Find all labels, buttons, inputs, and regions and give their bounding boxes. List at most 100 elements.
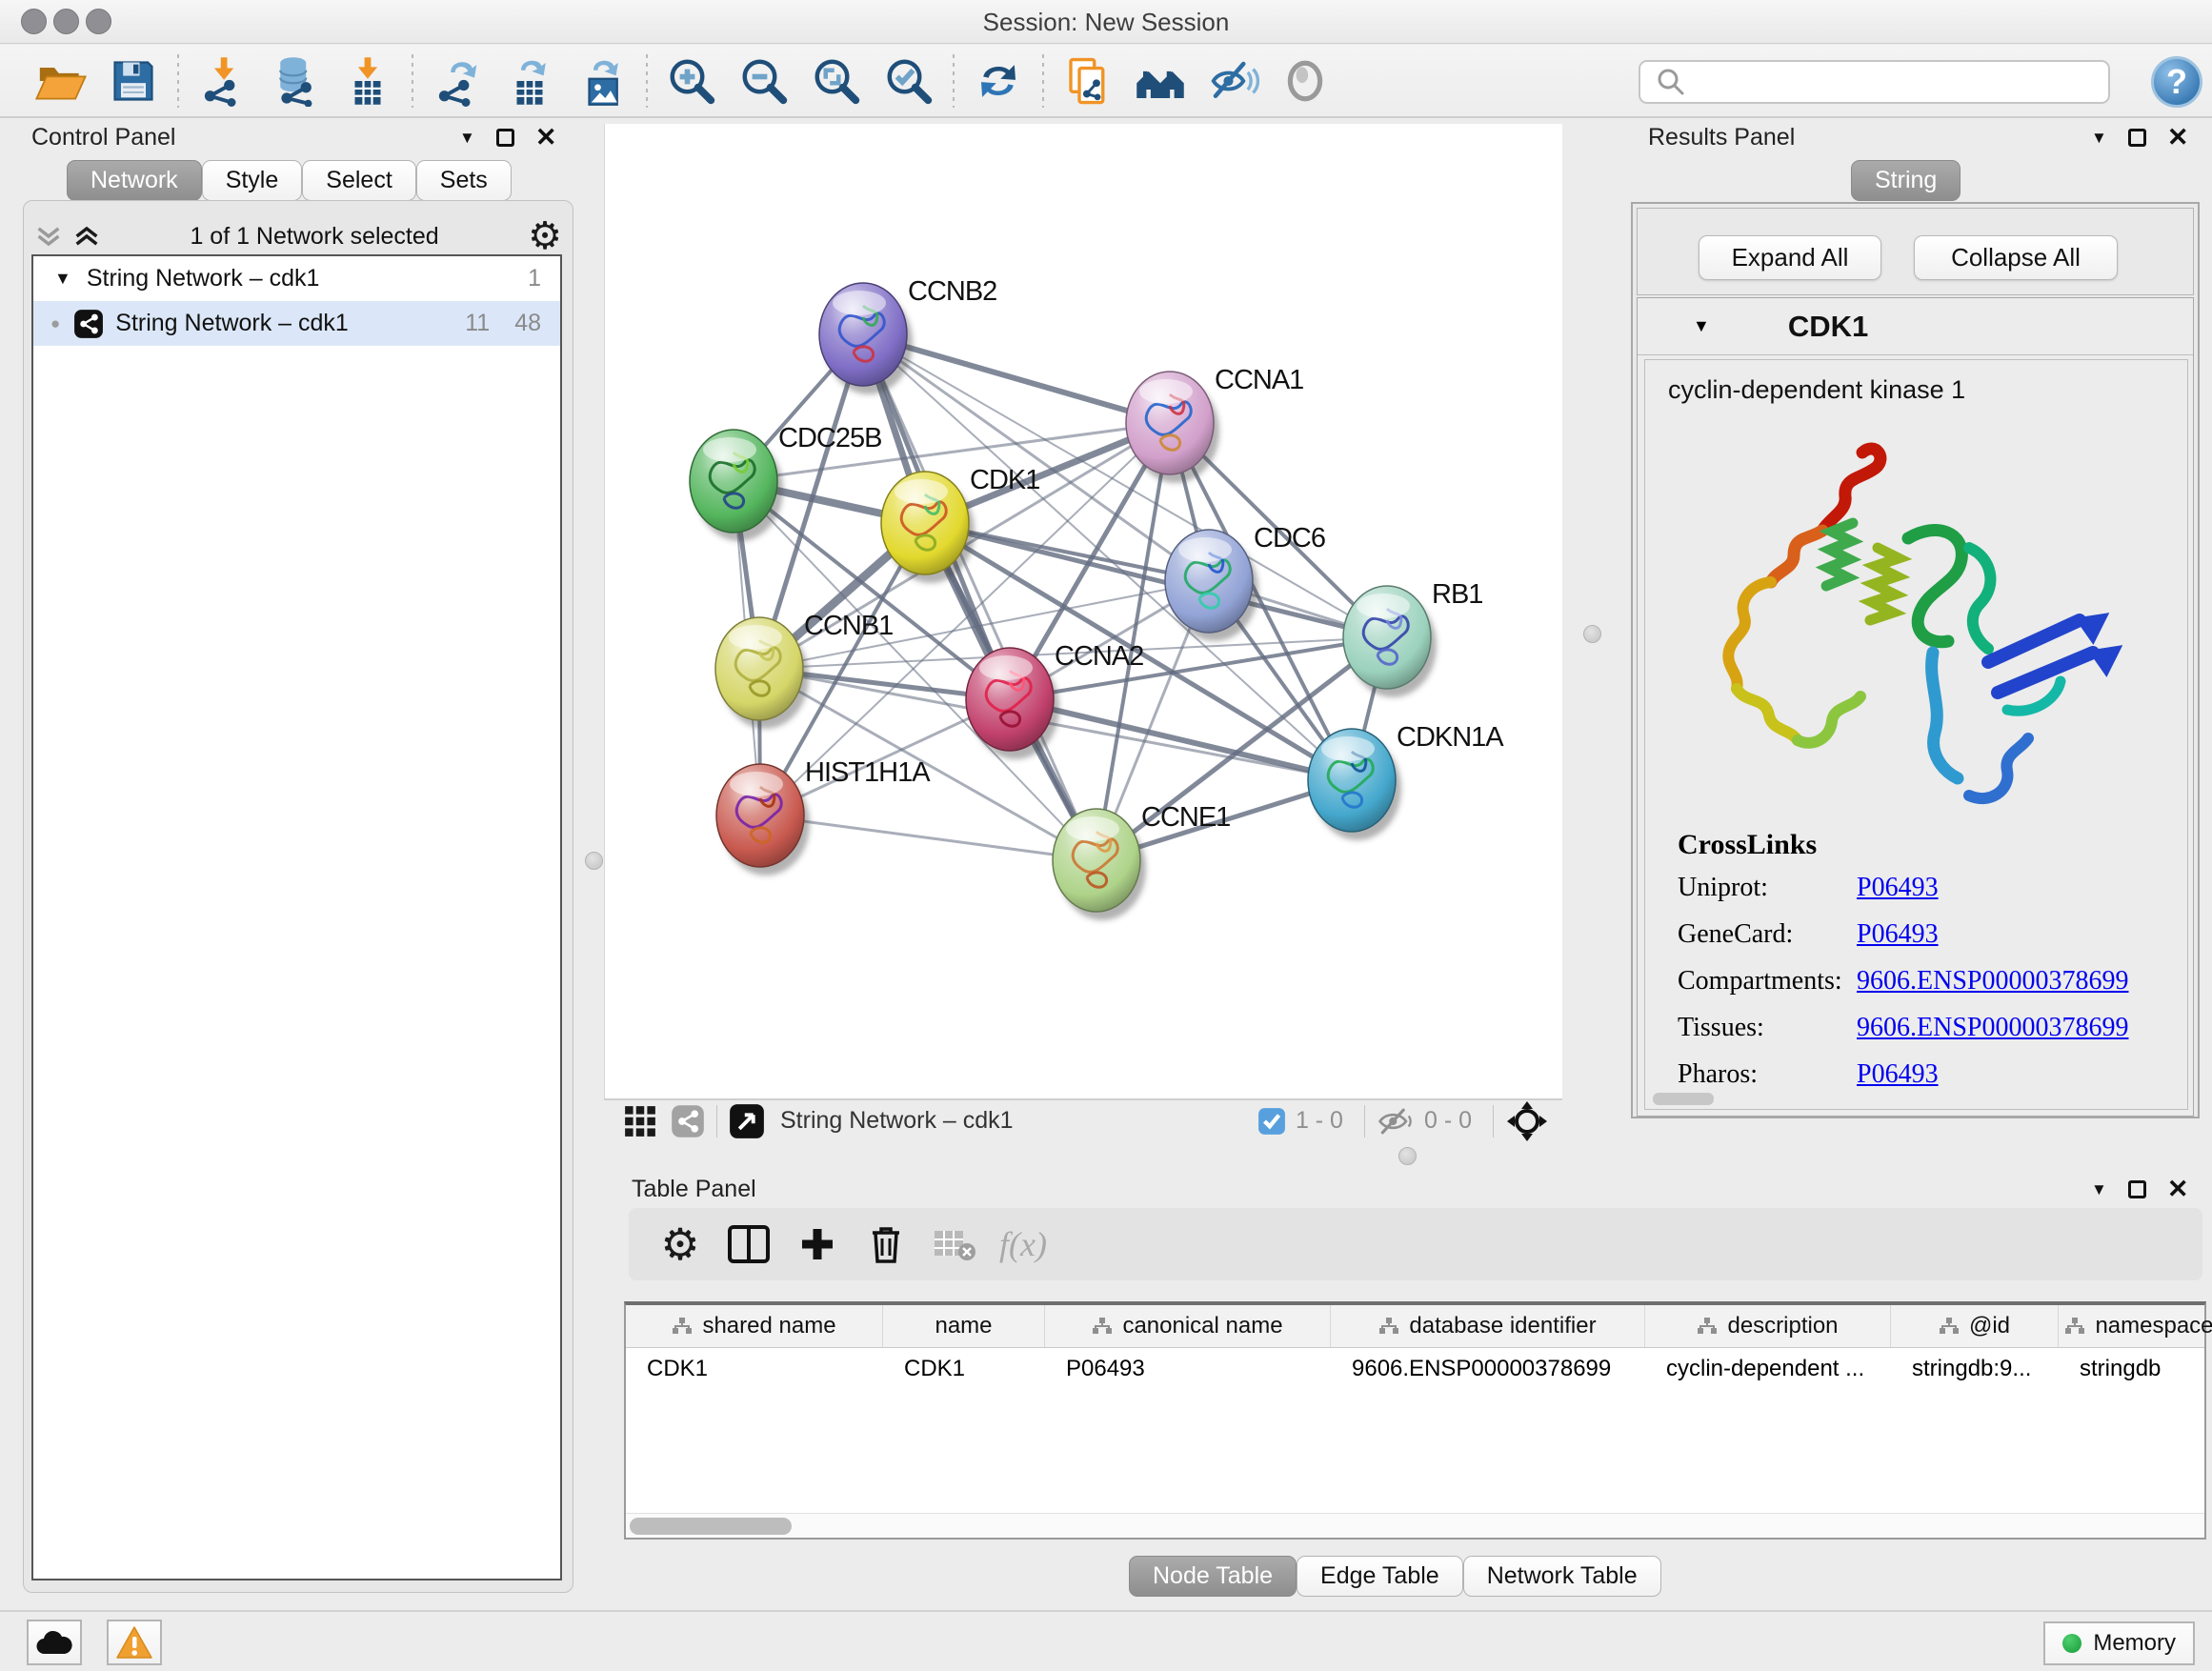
network-node-CDC6[interactable]: CDC6	[1165, 523, 1325, 641]
tab-network[interactable]: Network	[67, 160, 202, 201]
show-columns-button[interactable]	[714, 1214, 783, 1275]
table-panel-float-icon[interactable]	[2128, 1180, 2146, 1198]
column-header--id[interactable]: @id	[1891, 1305, 2059, 1347]
share-view-icon[interactable]	[671, 1104, 705, 1138]
export-image-button[interactable]	[566, 51, 638, 111]
cloud-icon	[35, 1629, 73, 1656]
cloud-button[interactable]	[27, 1620, 82, 1665]
zoom-selected-icon	[883, 55, 935, 107]
show-all-button[interactable]	[1269, 51, 1341, 111]
network-node-CDK1[interactable]: CDK1	[881, 465, 1039, 583]
crosslink-link[interactable]: P06493	[1857, 1059, 1939, 1090]
tab-string[interactable]: String	[1851, 160, 1961, 201]
column-header-namespace[interactable]: namespace	[2059, 1305, 2212, 1347]
network-node-RB1[interactable]: RB1	[1343, 579, 1482, 697]
network-node-CCNE1[interactable]: CCNE1	[1053, 802, 1230, 920]
table-row[interactable]: CDK1CDK1P064939606.ENSP00000378699cyclin…	[626, 1348, 2204, 1390]
zoom-selected-button[interactable]	[873, 51, 945, 111]
hide-selected-button[interactable]	[1196, 51, 1269, 111]
houses-button[interactable]	[1124, 51, 1196, 111]
network-tree: ▼ String Network – cdk1 1 ● String Netwo…	[31, 254, 562, 1580]
column-header-shared-name[interactable]: shared name	[626, 1305, 883, 1347]
selected-checkbox-icon[interactable]	[1257, 1107, 1286, 1136]
network-node-HIST1H1A[interactable]: HIST1H1A	[716, 757, 931, 876]
network-node-CDKN1A[interactable]: CDKN1A	[1308, 722, 1504, 840]
network-options-gear-icon[interactable]: ⚙	[528, 217, 562, 255]
birds-eye-view-icon[interactable]	[1505, 1099, 1549, 1143]
network-collection-row[interactable]: ▼ String Network – cdk1 1	[33, 256, 560, 301]
expand-all-button[interactable]: Expand All	[1699, 235, 1881, 280]
create-column-button[interactable]	[783, 1214, 852, 1275]
tab-sets[interactable]: Sets	[416, 160, 512, 201]
expand-all-icon[interactable]	[72, 222, 101, 251]
function-builder-button: f(x)	[989, 1214, 1057, 1275]
right-splitter-handle[interactable]	[1583, 625, 1601, 643]
table-hscrollbar[interactable]	[626, 1513, 2204, 1538]
collapse-all-button[interactable]: Collapse All	[1914, 235, 2118, 280]
search-input[interactable]	[1696, 69, 2108, 95]
grid-view-icon[interactable]	[623, 1104, 657, 1138]
control-panel-close-icon[interactable]: ✕	[535, 125, 557, 151]
results-panel-float-icon[interactable]	[2128, 129, 2146, 147]
tab-network-table[interactable]: Network Table	[1463, 1556, 1661, 1597]
table-panel-close-icon[interactable]: ✕	[2167, 1177, 2189, 1202]
search-box[interactable]	[1639, 60, 2110, 104]
network-graph[interactable]: CCNB2CCNA1CDC25BCDK1CDC6RB1CCNB1CCNA2CDK…	[605, 124, 1563, 1098]
column-header-description[interactable]: description	[1645, 1305, 1891, 1347]
table-hscroll-thumb[interactable]	[630, 1518, 792, 1535]
tab-style[interactable]: Style	[202, 160, 303, 201]
detach-view-icon[interactable]	[729, 1103, 765, 1139]
table-panel-collapse-icon[interactable]: ▼	[2091, 1180, 2107, 1199]
crosslink-link[interactable]: P06493	[1857, 873, 1939, 903]
memory-button[interactable]: Memory	[2043, 1621, 2195, 1665]
tab-node-table[interactable]: Node Table	[1129, 1556, 1297, 1597]
results-hscroll-thumb[interactable]	[1653, 1093, 1714, 1105]
duplicate-network-button[interactable]	[1052, 51, 1124, 111]
collapse-all-icon[interactable]	[34, 222, 63, 251]
refresh-button[interactable]	[962, 51, 1035, 111]
crosslink-link[interactable]: P06493	[1857, 919, 1939, 950]
footer-separator	[1364, 1105, 1365, 1137]
gene-section-header[interactable]: ▼ CDK1	[1638, 298, 2193, 355]
gene-disclosure-icon[interactable]: ▼	[1693, 316, 1710, 336]
export-table-button[interactable]	[493, 51, 566, 111]
results-panel-collapse-icon[interactable]: ▼	[2091, 129, 2107, 148]
import-table-file-button[interactable]	[332, 51, 404, 111]
column-header-database-identifier[interactable]: database identifier	[1331, 1305, 1645, 1347]
control-panel-float-icon[interactable]	[496, 129, 514, 147]
tab-edge-table[interactable]: Edge Table	[1297, 1556, 1463, 1597]
network-row[interactable]: ● String Network – cdk1 11 48	[33, 301, 560, 346]
import-network-file-button[interactable]	[187, 51, 259, 111]
network-node-CCNB2[interactable]: CCNB2	[819, 276, 996, 394]
help-button[interactable]: ?	[2151, 56, 2202, 108]
delete-column-button[interactable]	[852, 1214, 920, 1275]
warning-button[interactable]	[107, 1620, 162, 1665]
zoom-fit-button[interactable]	[800, 51, 873, 111]
results-panel-close-icon[interactable]: ✕	[2167, 125, 2189, 151]
control-panel-collapse-icon[interactable]: ▼	[459, 129, 475, 148]
zoom-out-button[interactable]	[728, 51, 800, 111]
zoom-in-button[interactable]	[655, 51, 728, 111]
open-session-button[interactable]	[25, 51, 97, 111]
node-label-CDC6: CDC6	[1254, 523, 1325, 554]
network-view-title: String Network – cdk1	[780, 1107, 1257, 1135]
crosslink-link[interactable]: 9606.ENSP00000378699	[1857, 966, 2128, 997]
network-edge-HIST1H1A-CCNE1[interactable]	[760, 815, 1096, 860]
crosslink-link[interactable]: 9606.ENSP00000378699	[1857, 1013, 2128, 1043]
left-splitter-handle[interactable]	[585, 852, 603, 870]
network-node-CCNB1[interactable]: CCNB1	[715, 611, 893, 729]
import-network-database-button[interactable]	[259, 51, 332, 111]
tab-select[interactable]: Select	[302, 160, 415, 201]
save-session-button[interactable]	[97, 51, 170, 111]
network-canvas[interactable]: CCNB2CCNA1CDC25BCDK1CDC6RB1CCNB1CCNA2CDK…	[604, 124, 1562, 1098]
database-icon	[269, 55, 322, 107]
disclosure-triangle-icon[interactable]: ▼	[54, 269, 71, 289]
column-header-name[interactable]: name	[883, 1305, 1045, 1347]
hidden-eye-icon[interactable]	[1377, 1105, 1415, 1137]
export-network-button[interactable]	[421, 51, 493, 111]
bottom-splitter-handle[interactable]	[1398, 1147, 1417, 1165]
table-toolbar: ⚙ f	[629, 1208, 2202, 1280]
column-header-canonical-name[interactable]: canonical name	[1045, 1305, 1331, 1347]
gene-name: CDK1	[1788, 310, 1868, 344]
table-settings-button[interactable]: ⚙	[646, 1214, 714, 1275]
